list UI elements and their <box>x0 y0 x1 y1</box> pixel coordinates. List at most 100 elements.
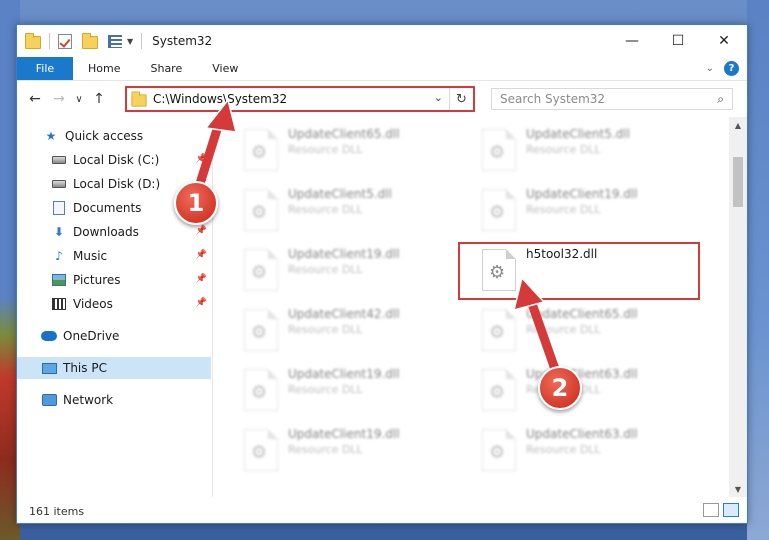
refresh-button[interactable]: ↻ <box>449 88 473 110</box>
dll-file-icon: ⚙ <box>244 309 278 351</box>
file-list: ⚙ UpdateClient65.dll Resource DLL ⚙ Upda… <box>214 117 728 497</box>
sidebar-item-downloads[interactable]: ⬇ Downloads 📌 <box>51 221 211 243</box>
step-1-badge: 1 <box>174 181 218 225</box>
expand-ribbon-icon[interactable]: ⌄ <box>706 63 714 74</box>
tab-file[interactable]: File <box>17 57 73 80</box>
search-input[interactable]: Search System32 ⌕ <box>491 88 733 110</box>
list-item[interactable]: ⚙ UpdateClient5.dll Resource DLL <box>476 125 706 175</box>
title-bar: ▼ System32 — ☐ ✕ <box>17 25 747 57</box>
ribbon-tabs: File Home Share View ⌄ ? <box>17 57 747 81</box>
sidebar-item-label: Local Disk (C:) <box>73 153 160 167</box>
pictures-icon <box>51 272 67 288</box>
file-type: Resource DLL <box>288 143 363 156</box>
tab-view[interactable]: View <box>197 57 253 80</box>
list-item[interactable]: ⚙ UpdateClient65.dll Resource DLL <box>238 125 468 175</box>
sidebar-item-quick-access[interactable]: ★ Quick access <box>43 125 144 147</box>
pin-icon: 📌 <box>195 298 207 308</box>
search-placeholder: Search System32 <box>500 92 606 106</box>
list-item[interactable]: ⚙ UpdateClient19.dll Resource DLL <box>238 365 468 415</box>
minimize-button[interactable]: — <box>609 25 655 57</box>
back-button[interactable]: ← <box>23 91 47 107</box>
view-toggle <box>703 503 739 517</box>
properties-check-icon[interactable] <box>58 33 72 49</box>
forward-button[interactable]: → <box>47 91 71 107</box>
sidebar-item-network[interactable]: Network <box>41 389 113 411</box>
file-type: Resource DLL <box>288 443 363 456</box>
step-2-badge: 2 <box>538 366 582 410</box>
window-title: System32 <box>152 34 213 48</box>
new-folder-icon[interactable] <box>82 33 98 49</box>
large-icons-view-icon[interactable] <box>723 503 739 517</box>
scroll-down-icon[interactable]: ▼ <box>729 481 747 497</box>
sidebar-item-local-disk-c[interactable]: Local Disk (C:) 📌 <box>51 149 211 171</box>
file-type: Resource DLL <box>288 323 363 336</box>
desktop-background-right <box>747 0 769 540</box>
status-bar: 161 items <box>17 499 747 523</box>
details-view-icon[interactable] <box>703 503 719 517</box>
file-name: UpdateClient19.dll <box>288 427 400 441</box>
sidebar-item-onedrive[interactable]: OneDrive <box>41 325 119 347</box>
address-dropdown-icon[interactable]: ⌄ <box>434 91 443 104</box>
window-controls: — ☐ ✕ <box>609 25 747 57</box>
document-icon <box>51 200 67 216</box>
dll-file-icon: ⚙ <box>482 189 516 231</box>
customize-icon[interactable] <box>108 34 122 48</box>
file-name: UpdateClient42.dll <box>288 307 400 321</box>
item-count: 161 items <box>29 504 85 518</box>
up-button[interactable]: ↑ <box>87 91 111 107</box>
sidebar-item-videos[interactable]: Videos 📌 <box>51 293 211 315</box>
maximize-button[interactable]: ☐ <box>655 25 701 57</box>
sidebar-item-label: Downloads <box>73 225 139 239</box>
target-file-highlight <box>458 242 700 300</box>
dll-file-icon: ⚙ <box>482 429 516 471</box>
recent-locations-button[interactable]: ∨ <box>71 94 87 105</box>
vertical-scrollbar[interactable]: ▲ ▼ <box>729 117 747 497</box>
toolbar-divider <box>141 33 143 49</box>
network-icon <box>41 392 57 408</box>
pin-icon: 📌 <box>195 250 207 260</box>
tab-home[interactable]: Home <box>73 57 135 80</box>
list-item[interactable]: ⚙ UpdateClient65.dll Resource DLL <box>476 305 706 355</box>
list-item[interactable]: ⚙ UpdateClient19.dll Resource DLL <box>238 425 468 475</box>
file-name: UpdateClient65.dll <box>288 127 400 141</box>
list-item[interactable]: ⚙ UpdateClient19.dll Resource DLL <box>476 185 706 235</box>
sidebar-item-label: Network <box>63 393 114 407</box>
ribbon-right-controls: ⌄ ? <box>706 61 739 76</box>
sidebar-item-pictures[interactable]: Pictures 📌 <box>51 269 211 291</box>
search-icon[interactable]: ⌕ <box>717 92 724 107</box>
address-path[interactable]: C:\Windows\System32 <box>153 92 287 106</box>
pin-icon: 📌 <box>195 226 207 236</box>
navigation-bar: ← → ∨ ↑ C:\Windows\System32 ⌄ ↻ Search S… <box>17 83 747 115</box>
tab-share[interactable]: Share <box>135 57 197 80</box>
file-type: Resource DLL <box>288 383 363 396</box>
list-item[interactable]: ⚙ UpdateClient5.dll Resource DLL <box>238 185 468 235</box>
address-bar[interactable]: C:\Windows\System32 ⌄ ↻ <box>125 86 475 112</box>
folder-icon <box>25 33 41 49</box>
dll-file-icon: ⚙ <box>244 249 278 291</box>
disk-icon <box>51 176 67 192</box>
list-item[interactable]: ⚙ UpdateClient63.dll Resource DLL <box>476 425 706 475</box>
sidebar-item-this-pc[interactable]: This PC <box>17 357 211 379</box>
sidebar-item-label: This PC <box>63 361 107 375</box>
dll-file-icon: ⚙ <box>482 309 516 351</box>
dll-file-icon: ⚙ <box>244 129 278 171</box>
close-button[interactable]: ✕ <box>701 25 747 57</box>
sidebar-item-music[interactable]: ♪ Music 📌 <box>51 245 211 267</box>
list-item[interactable]: ⚙ UpdateClient19.dll Resource DLL <box>238 245 468 295</box>
pc-icon <box>41 360 57 376</box>
file-type: Resource DLL <box>526 443 601 456</box>
scroll-thumb[interactable] <box>733 157 743 207</box>
file-type: Resource DLL <box>526 203 601 216</box>
download-icon: ⬇ <box>53 225 65 239</box>
scroll-up-icon[interactable]: ▲ <box>729 117 747 133</box>
file-name: UpdateClient5.dll <box>288 187 392 201</box>
toolbar-divider <box>49 33 50 49</box>
pin-icon: 📌 <box>195 154 207 164</box>
toolbar-dropdown-icon[interactable]: ▼ <box>127 37 133 46</box>
list-item[interactable]: ⚙ UpdateClient63.dll Resource DLL <box>476 365 706 415</box>
help-icon[interactable]: ? <box>724 61 739 76</box>
file-name: UpdateClient19.dll <box>288 367 400 381</box>
dll-file-icon: ⚙ <box>244 189 278 231</box>
list-item[interactable]: ⚙ UpdateClient42.dll Resource DLL <box>238 305 468 355</box>
sidebar-item-label: OneDrive <box>63 329 120 343</box>
